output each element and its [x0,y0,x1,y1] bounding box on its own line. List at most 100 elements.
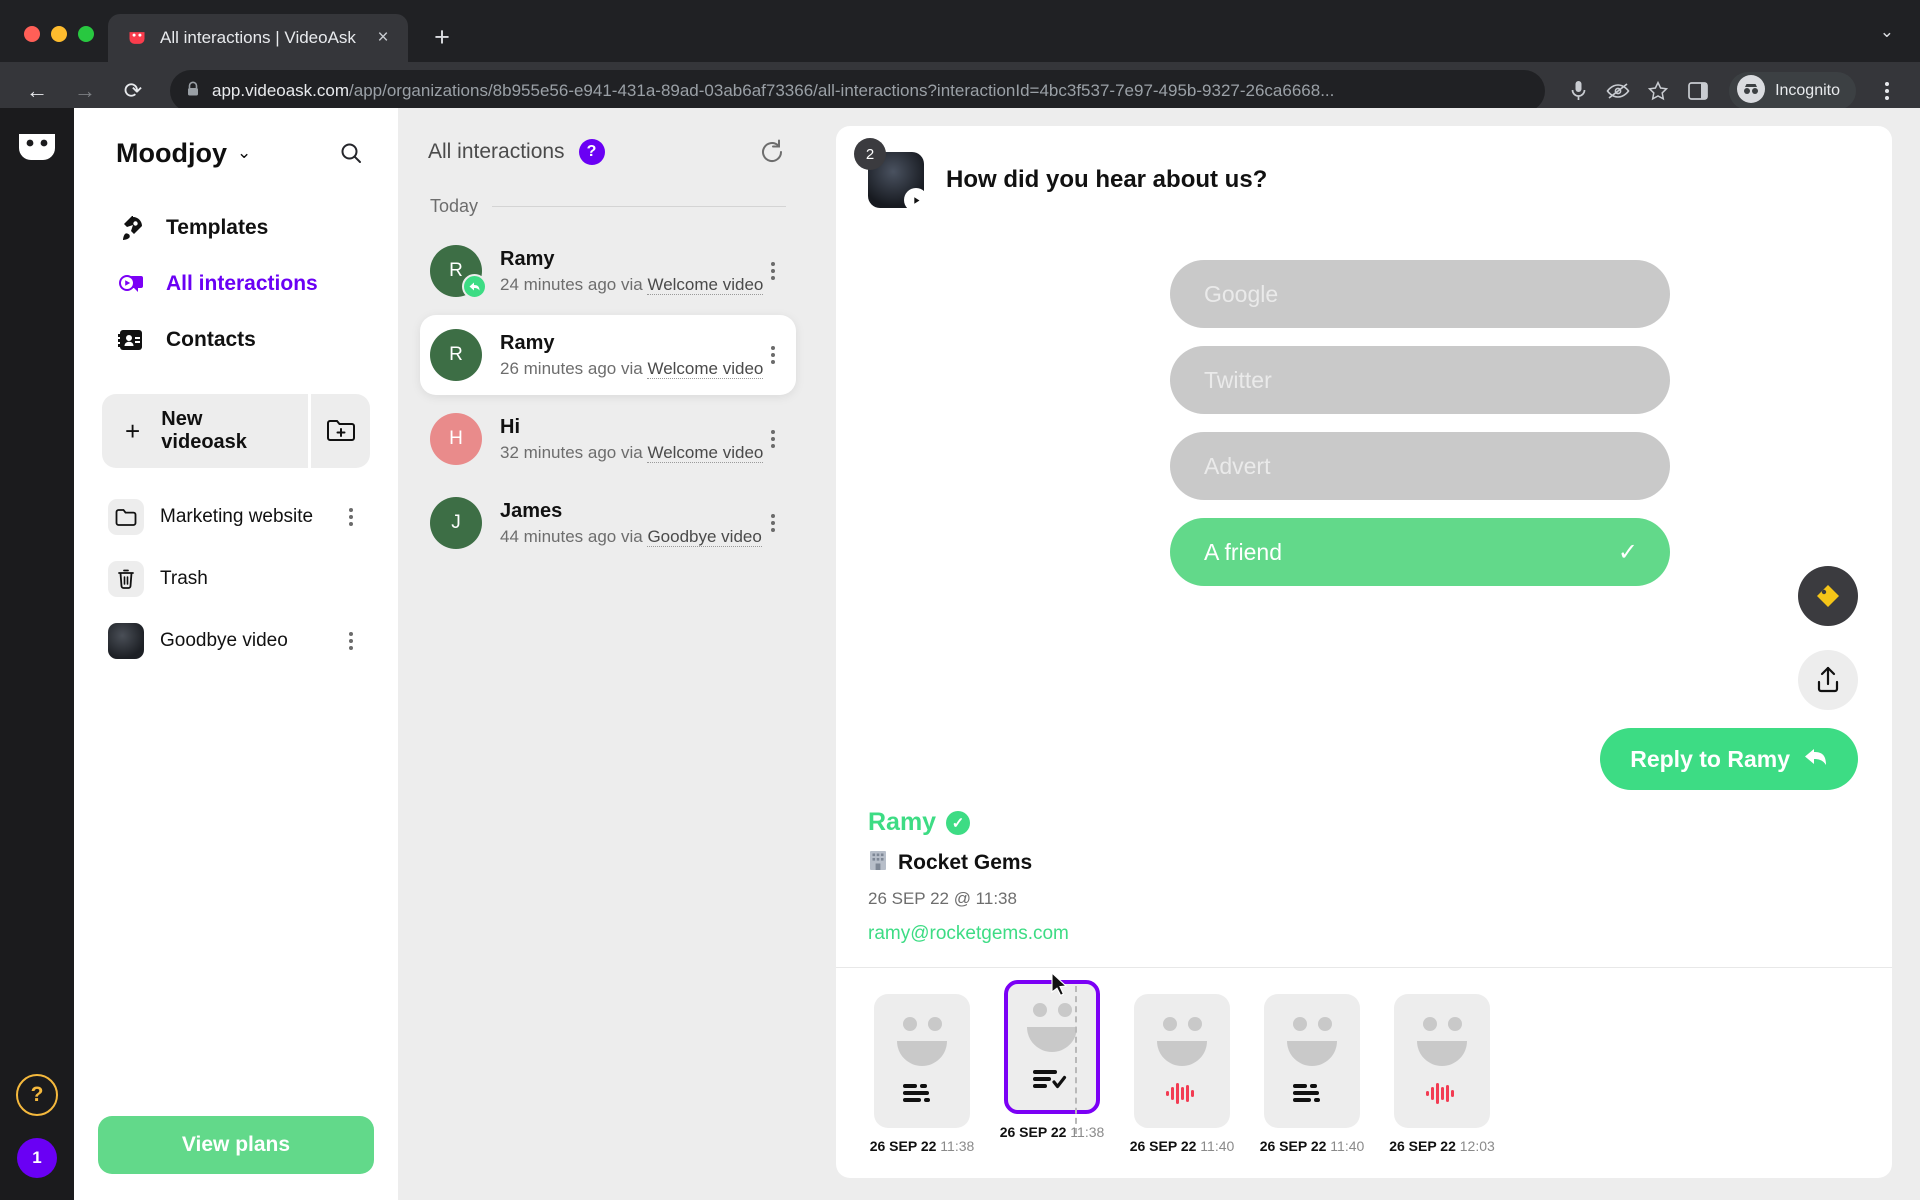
hidden-eye-icon[interactable] [1601,74,1635,108]
thumbnail-preview[interactable] [1394,994,1490,1128]
list-item-menu-button[interactable] [760,430,786,448]
list-item[interactable]: J James 44 minutes ago via Goodbye video [420,483,796,563]
answer-label: Twitter [1204,366,1272,393]
answer-option-a-friend[interactable]: A friend ✓ [1170,518,1670,586]
list-item[interactable]: H Hi 32 minutes ago via Welcome video [420,399,796,479]
close-window-button[interactable] [24,26,40,42]
reply-to-contact-button[interactable]: Reply to Ramy [1600,728,1858,790]
incognito-indicator[interactable]: Incognito [1729,72,1856,110]
thumbnail-timestamp: 26 SEP 22 11:38 [1000,1124,1105,1140]
thumbnail-item[interactable]: 26 SEP 22 11:38 [866,994,978,1154]
tag-icon[interactable] [1798,566,1858,626]
relative-time: 26 minutes ago [500,358,617,378]
list-item-menu-button[interactable] [760,262,786,280]
thumbnail-item[interactable]: 26 SEP 22 11:40 [1126,994,1238,1154]
reload-button[interactable]: ⟳ [112,70,154,112]
thumbnail-preview[interactable] [1134,994,1230,1128]
contact-name: Hi [500,415,520,438]
sidebar: Moodjoy ⌄ Templates All interactions Con… [74,108,398,1200]
url-text: app.videoask.com/app/organizations/8b955… [212,81,1529,101]
list-item-menu-button[interactable] [760,514,786,532]
share-icon[interactable] [1798,650,1858,710]
sidebar-item-templates[interactable]: Templates [98,200,374,256]
list-item-menu-button[interactable] [760,346,786,364]
url-domain: app.videoask.com [212,81,350,100]
sidebar-item-contacts[interactable]: Contacts [98,312,374,368]
source-videoask-link[interactable]: Goodbye video [647,526,762,547]
list-item-subtitle: 32 minutes ago via Welcome video [500,442,764,463]
question-video-thumbnail[interactable]: 2 [854,138,928,212]
relative-time: 44 minutes ago [500,526,617,546]
avatar: H [430,413,482,465]
help-button[interactable]: ? [16,1074,58,1116]
thumbnail-preview[interactable] [874,994,970,1128]
new-tab-button[interactable]: + [422,17,462,57]
help-badge-icon[interactable]: ? [578,139,605,165]
via-prefix: via [620,358,643,378]
organization-switcher[interactable]: Moodjoy ⌄ [116,138,251,169]
lock-icon [186,81,200,101]
refresh-icon[interactable] [756,136,788,168]
minimize-window-button[interactable] [51,26,67,42]
respondent-name-row: Ramy ✓ [868,808,1860,837]
source-videoask-link[interactable]: Welcome video [647,274,764,295]
videoask-logo[interactable] [15,126,59,170]
sidebar-folder-trash[interactable]: Trash [98,552,374,606]
answer-option-google[interactable]: Google [1170,260,1670,328]
avatar: R [430,329,482,381]
browser-menu-button[interactable] [1870,72,1904,110]
sidebar-item-all-interactions[interactable]: All interactions [98,256,374,312]
thumbnail-timestamp: 26 SEP 22 11:40 [1260,1138,1365,1154]
thumbnail-item[interactable]: 26 SEP 22 12:03 [1386,994,1498,1154]
list-item[interactable]: R Ramy 26 minutes ago via Welcome video [420,315,796,395]
view-plans-button[interactable]: View plans [98,1116,374,1174]
thumbnail-time: 12:03 [1459,1138,1495,1154]
relative-time: 24 minutes ago [500,274,617,294]
thumbnail-preview[interactable] [1264,994,1360,1128]
answer-option-twitter[interactable]: Twitter [1170,346,1670,414]
relative-time: 32 minutes ago [500,442,617,462]
sidebar-folder-goodbye-video[interactable]: Goodbye video [98,614,374,668]
divider [492,206,786,207]
side-panel-icon[interactable] [1681,74,1715,108]
verified-check-icon: ✓ [946,810,971,835]
folder-menu-button[interactable] [338,508,364,526]
close-tab-button[interactable]: × [370,25,396,51]
folder-menu-button[interactable] [338,632,364,650]
list-title-group: All interactions ? [428,139,605,165]
face-eyes-icon [1422,1016,1462,1031]
thumbnail-date: 26 SEP 22 [999,1124,1067,1140]
browser-tab[interactable]: All interactions | VideoAsk × [108,14,408,62]
new-folder-icon[interactable] [308,394,370,468]
browser-window: All interactions | VideoAsk × + ⌄ ← → ⟳ … [0,0,1920,1200]
back-button[interactable]: ← [16,70,58,112]
sidebar-folder-marketing-website[interactable]: Marketing website [98,490,374,544]
chevron-down-icon[interactable]: ⌄ [1880,22,1920,62]
thumbnail-time: 11:40 [1330,1138,1365,1154]
microphone-icon[interactable] [1561,74,1595,108]
address-bar[interactable]: app.videoask.com/app/organizations/8b955… [170,70,1546,112]
question-row: 2 How did you hear about us? [854,138,1860,212]
divider [1075,986,1077,1134]
maximize-window-button[interactable] [78,26,94,42]
thumbnail-date: 26 SEP 22 [1389,1138,1456,1154]
thumbnail-date: 26 SEP 22 [1259,1138,1327,1154]
thumbnail-item[interactable]: 26 SEP 22 11:40 [1256,994,1368,1154]
source-videoask-link[interactable]: Welcome video [647,442,764,463]
face-mouth-icon [897,1040,947,1066]
list-item[interactable]: R Ramy 24 minutes ago via Welcome video [420,231,796,311]
answer-option-advert[interactable]: Advert [1170,432,1670,500]
respondent-info: Ramy ✓ Rocket Gems 26 SEP 22 @ 11:38 ram… [836,798,1892,968]
url-path: /app/organizations/8b955e56-e941-431a-89… [349,81,1335,100]
search-icon[interactable] [334,136,368,170]
sidebar-item-label: Templates [166,216,269,239]
source-videoask-link[interactable]: Welcome video [647,358,764,379]
respondent-timestamp: 26 SEP 22 @ 11:38 [868,889,1017,908]
new-videoask-button[interactable]: + New videoask [102,394,308,468]
forward-button[interactable]: → [64,70,106,112]
bookmark-star-icon[interactable] [1641,74,1675,108]
page-title: All interactions [428,140,565,163]
respondent-email[interactable]: ramy@rocketgems.com [868,923,1860,945]
contact-name: Ramy [500,247,555,270]
notification-badge[interactable]: 1 [17,1138,57,1178]
